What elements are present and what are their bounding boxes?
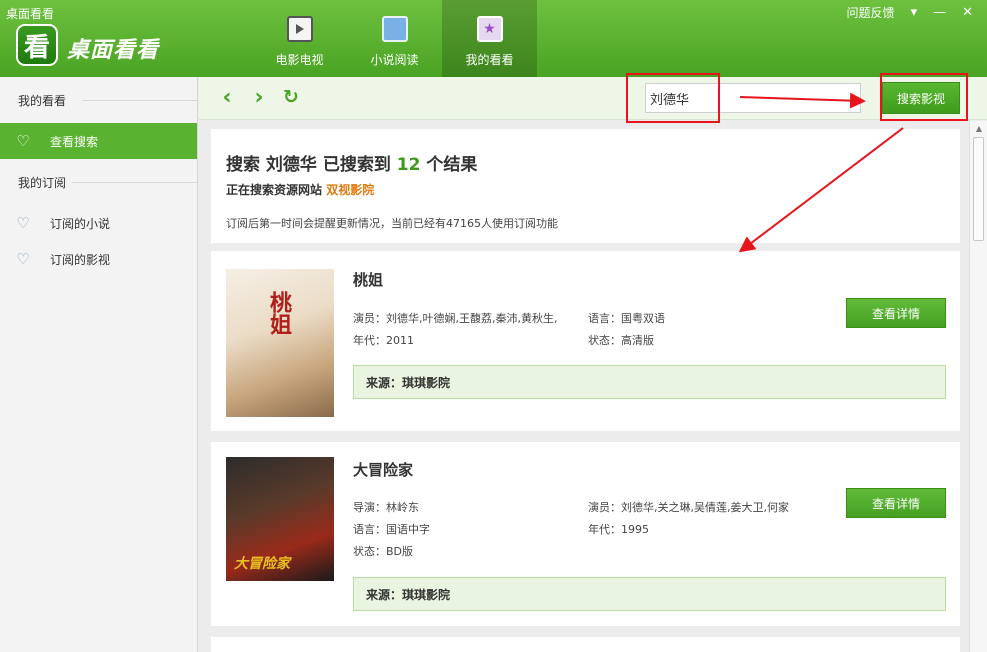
movie-year: 年代：1995 bbox=[588, 523, 649, 536]
toolbar: ‹ › ↻ 搜索影视 bbox=[199, 77, 987, 120]
movie-year: 年代：2011 bbox=[353, 334, 414, 347]
sidebar-item-label: 订阅的小说 bbox=[50, 216, 111, 231]
vertical-scrollbar[interactable]: ▲ bbox=[969, 121, 987, 652]
nav-tab-my-kankan[interactable]: ★ 我的看看 bbox=[442, 0, 537, 77]
back-arrow-icon[interactable]: ‹ bbox=[215, 85, 239, 110]
nav-tab-label: 我的看看 bbox=[465, 53, 514, 67]
nav-tab-movies[interactable]: 电影电视 bbox=[252, 0, 347, 77]
close-icon[interactable]: ✕ bbox=[962, 5, 973, 20]
sidebar: 我的看看 ♡ 查看搜索 我的订阅 ♡ 订阅的小说 ♡ 订阅的影视 bbox=[0, 77, 198, 652]
movie-title[interactable]: 桃姐 bbox=[353, 269, 383, 290]
app-brand: 桌面看看 bbox=[67, 38, 160, 63]
summary-title: 搜索 刘德华 已搜索到 12 个结果 bbox=[226, 155, 478, 175]
view-details-button[interactable]: 查看详情 bbox=[846, 488, 946, 518]
source-bar: 来源：琪琪影院 bbox=[353, 365, 946, 399]
forward-arrow-icon[interactable]: › bbox=[247, 85, 271, 110]
movie-poster[interactable]: 桃姐 bbox=[226, 269, 334, 417]
source-bar: 来源：琪琪影院 bbox=[353, 577, 946, 611]
search-summary: 搜索 刘德华 已搜索到 12 个结果 正在搜索资源网站 双视影院 订阅后第一时间… bbox=[211, 129, 960, 243]
sidebar-item-search[interactable]: ♡ 查看搜索 bbox=[0, 123, 197, 159]
scroll-up-icon[interactable]: ▲ bbox=[970, 121, 987, 135]
movie-title[interactable]: 大冒险家 bbox=[353, 459, 413, 480]
summary-keyword: 刘德华 bbox=[265, 155, 317, 175]
main-nav: 电影电视 小说阅读 ★ 我的看看 bbox=[252, 0, 537, 77]
nav-tab-label: 电影电视 bbox=[275, 53, 324, 67]
searching-status: 正在搜索资源网站 双视影院 bbox=[226, 183, 375, 197]
result-card: 桃姐 桃姐 演员：刘德华,叶德娴,王馥荔,秦沛,黄秋生, 年代：2011 语言：… bbox=[211, 251, 960, 431]
sidebar-section-my-kankan: 我的看看 bbox=[0, 77, 197, 123]
subscription-note: 订阅后第一时间会提醒更新情况，当前已经有47165人使用订阅功能 bbox=[226, 217, 558, 230]
minimize-icon[interactable]: — bbox=[933, 5, 946, 20]
annotation-box-search-input bbox=[626, 73, 720, 123]
results-content: 搜索 刘德华 已搜索到 12 个结果 正在搜索资源网站 双视影院 订阅后第一时间… bbox=[199, 121, 969, 652]
window-controls: 问题反馈 ▾ — ✕ bbox=[847, 4, 973, 21]
view-details-button[interactable]: 查看详情 bbox=[846, 298, 946, 328]
sidebar-section-subscriptions: 我的订阅 bbox=[0, 159, 197, 205]
result-count: 12 bbox=[396, 155, 421, 175]
movie-poster[interactable]: 大冒险家 bbox=[226, 457, 334, 581]
refresh-icon[interactable]: ↻ bbox=[279, 85, 303, 109]
book-icon bbox=[381, 16, 408, 42]
app-logo-icon: 看 bbox=[16, 24, 58, 66]
title-bar: 桌面看看 看 桌面看看 电影电视 小说阅读 ★ 我的看看 问题反馈 ▾ — ✕ bbox=[0, 0, 987, 77]
movie-director: 导演：林岭东 bbox=[353, 501, 419, 514]
result-card: 大冒险家 大冒险家 导演：林岭东 语言：国语中字 状态：BD版 演员：刘德华,关… bbox=[211, 442, 960, 626]
movie-language: 语言：国粤双语 bbox=[588, 312, 665, 325]
nav-tab-novels[interactable]: 小说阅读 bbox=[347, 0, 442, 77]
result-card bbox=[211, 637, 960, 652]
film-icon bbox=[286, 16, 313, 42]
annotation-box-search-button bbox=[880, 73, 968, 121]
movie-status: 状态：BD版 bbox=[353, 545, 414, 558]
dropdown-menu-icon[interactable]: ▾ bbox=[911, 5, 918, 20]
sidebar-item-label: 查看搜索 bbox=[50, 134, 99, 149]
movie-actors: 演员：刘德华,叶德娴,王馥荔,秦沛,黄秋生, bbox=[353, 312, 558, 325]
poster-title: 大冒险家 bbox=[234, 556, 290, 572]
sidebar-item-subscribed-novels[interactable]: ♡ 订阅的小说 bbox=[0, 205, 197, 241]
movie-language: 语言：国语中字 bbox=[353, 523, 430, 536]
scroll-thumb[interactable] bbox=[973, 137, 984, 241]
heart-icon: ♡ bbox=[16, 132, 30, 150]
heart-icon: ♡ bbox=[16, 250, 30, 268]
movie-status: 状态：高清版 bbox=[588, 334, 654, 347]
movie-actors: 演员：刘德华,关之琳,吴倩莲,姜大卫,何家 bbox=[588, 501, 789, 514]
star-icon: ★ bbox=[476, 16, 503, 42]
sidebar-item-subscribed-videos[interactable]: ♡ 订阅的影视 bbox=[0, 241, 197, 277]
poster-title: 桃姐 bbox=[266, 291, 291, 335]
nav-tab-label: 小说阅读 bbox=[370, 53, 419, 67]
sidebar-item-label: 订阅的影视 bbox=[50, 252, 111, 267]
heart-icon: ♡ bbox=[16, 214, 30, 232]
window-title: 桌面看看 bbox=[6, 7, 55, 21]
feedback-link[interactable]: 问题反馈 bbox=[847, 4, 895, 21]
source-site-link[interactable]: 双视影院 bbox=[326, 183, 374, 197]
